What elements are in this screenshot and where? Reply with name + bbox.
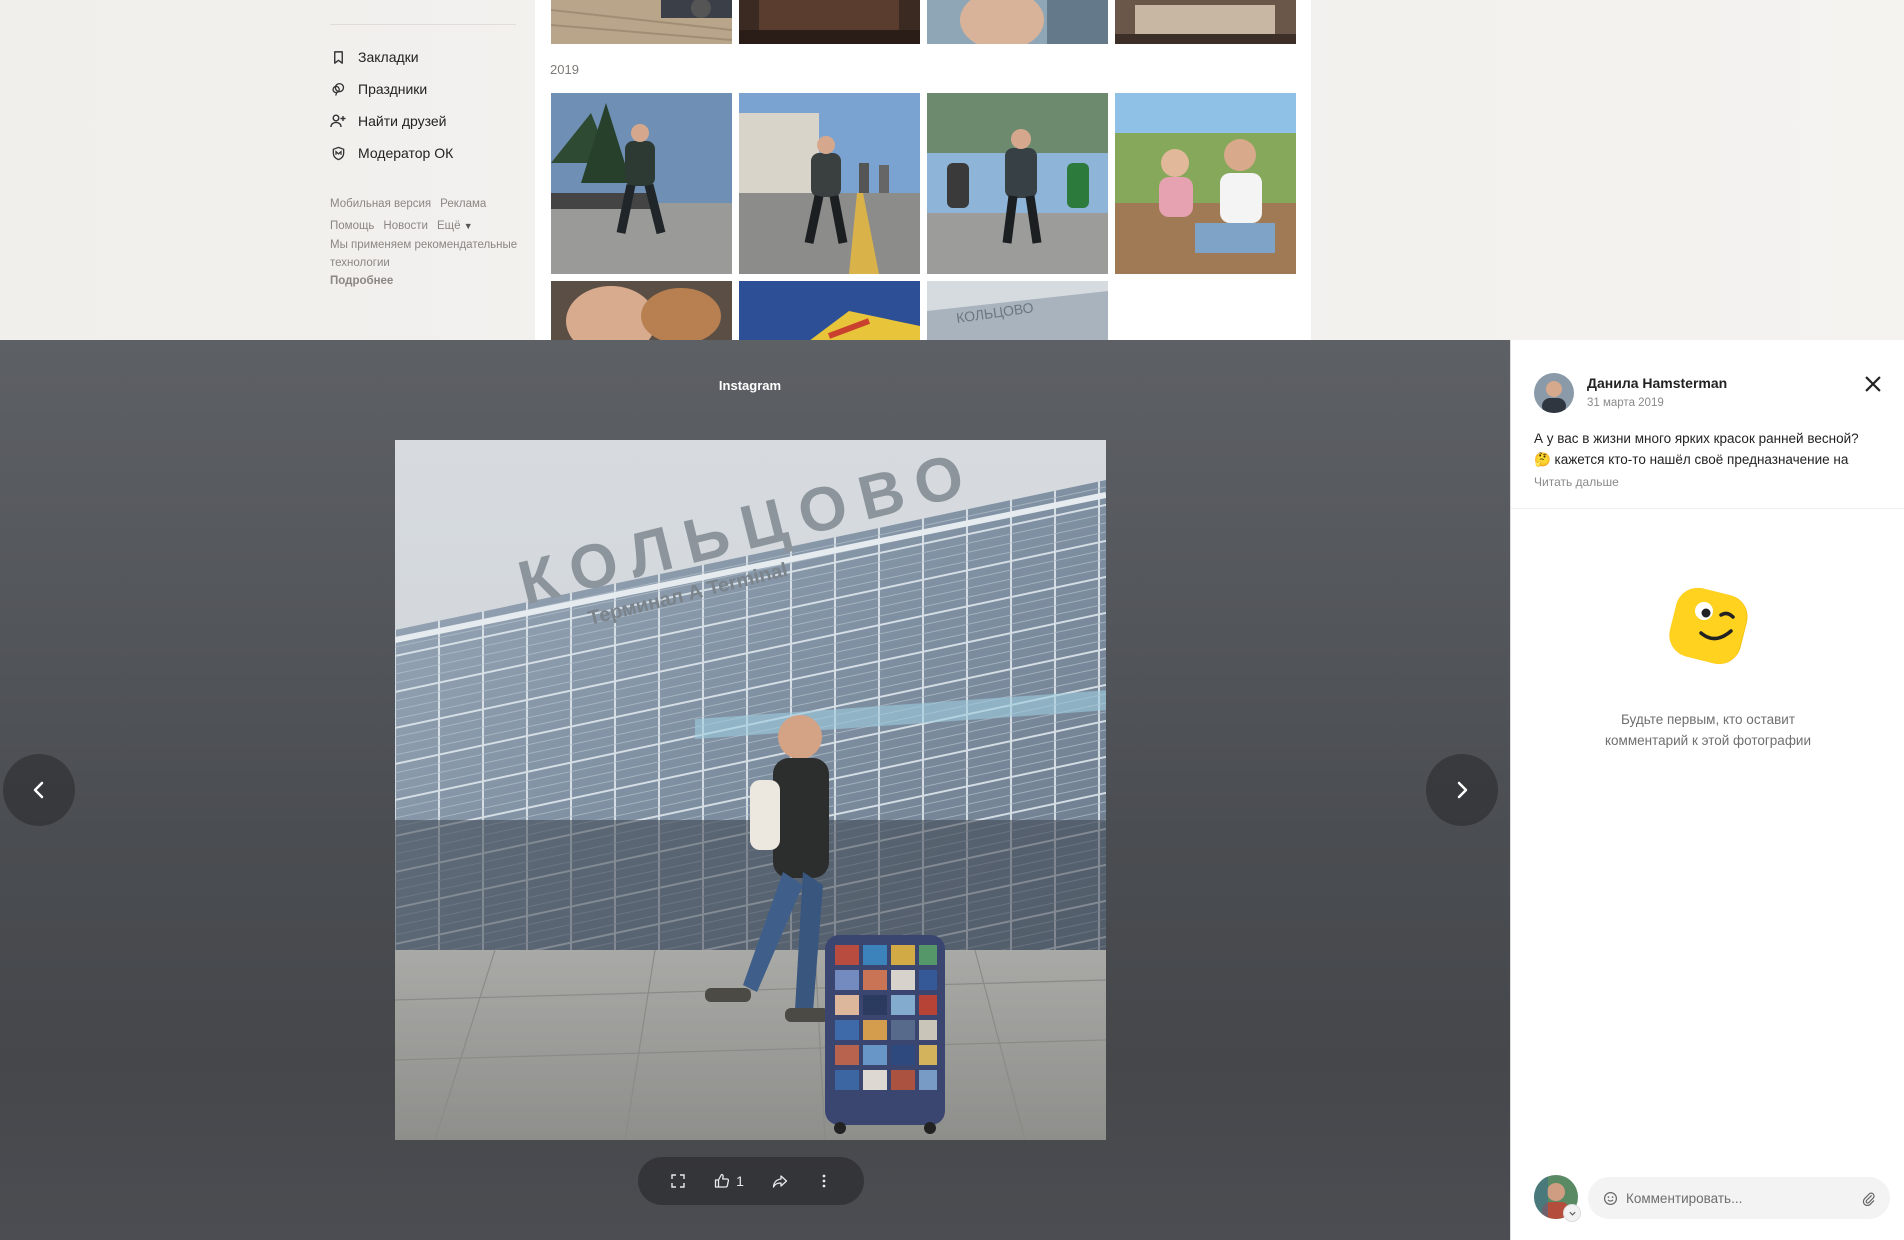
album-photo[interactable] [739, 0, 920, 44]
recommendation-note-text: Мы применяем рекомендательные технологии [330, 239, 518, 269]
winking-smiley-icon [1659, 575, 1759, 675]
album-photo[interactable] [551, 0, 732, 44]
more-link[interactable]: Ещё ▼ [437, 215, 473, 237]
no-comments-message: Будьте первым, кто оставит комментарий к… [1511, 709, 1904, 751]
nav-item-holidays[interactable]: Праздники [330, 79, 427, 99]
footer-links: Мобильная версия Реклама Помощь Новости … [330, 193, 520, 237]
album-photo[interactable] [1115, 93, 1296, 274]
thumbs-up-icon [714, 1173, 730, 1188]
fullscreen-button[interactable] [670, 1165, 686, 1197]
comment-input[interactable] [1626, 1190, 1852, 1206]
more-link-label: Ещё [436, 220, 461, 232]
post-text-line: А у вас в жизни много ярких красок ранне… [1534, 431, 1859, 446]
album-photo[interactable] [551, 281, 732, 341]
album-photo[interactable]: КОЛЬЦОВО [927, 281, 1108, 341]
no-comments-line: комментарий к этой фотографии [1604, 733, 1812, 748]
album-photo[interactable] [927, 0, 1108, 44]
nav-item-label: Найти друзей [358, 113, 447, 129]
nav-item-moderator[interactable]: Модератор ОК [330, 143, 453, 163]
ads-link[interactable]: Реклама [440, 193, 486, 215]
profile-page-background: Закладки Праздники Найти друзей Модерато… [0, 0, 1904, 341]
main-photo[interactable]: КОЛЬЦОВО Терминал А Terminal [395, 440, 1106, 1140]
close-viewer-button[interactable] [1859, 370, 1887, 398]
previous-photo-button[interactable] [3, 754, 75, 826]
album-photo[interactable] [739, 281, 920, 341]
album-title: Instagram [718, 378, 782, 393]
more-options-button[interactable] [816, 1165, 832, 1197]
nav-item-label: Модератор ОК [358, 145, 454, 161]
like-count: 1 [736, 1173, 744, 1189]
paperclip-icon[interactable] [1860, 1190, 1876, 1206]
post-date: 31 марта 2019 [1587, 397, 1664, 409]
fullscreen-icon [671, 1174, 685, 1188]
photo-viewer: Instagram КОЛЬЦОВО Терминал А Terminal 1 [0, 340, 1510, 1240]
mobile-version-link[interactable]: Мобильная версия [330, 193, 431, 215]
switch-author-button[interactable] [1563, 1204, 1581, 1222]
album-year-label: 2019 [550, 62, 579, 77]
vertical-dots-icon [822, 1174, 826, 1188]
read-more-link[interactable]: Читать дальше [1534, 475, 1619, 489]
nav-item-find-friends[interactable]: Найти друзей [330, 111, 447, 131]
album-photo[interactable] [927, 93, 1108, 274]
emoji-icon[interactable] [1602, 1190, 1618, 1206]
share-button[interactable] [772, 1165, 788, 1197]
photo-toolbar: 1 [638, 1157, 864, 1205]
chevron-down-icon [1568, 1211, 1576, 1216]
nav-divider [330, 24, 516, 25]
next-photo-button[interactable] [1426, 754, 1498, 826]
post-description: А у вас в жизни много ярких красок ранне… [1534, 428, 1894, 470]
news-link[interactable]: Новости [383, 215, 428, 237]
author-name[interactable]: Данила Hamsterman [1587, 375, 1727, 391]
add-friend-icon [330, 113, 346, 129]
album-photo[interactable] [1115, 0, 1296, 44]
album-photo[interactable] [551, 93, 732, 274]
album-photo[interactable] [739, 93, 920, 274]
like-button[interactable]: 1 [714, 1165, 744, 1197]
help-link[interactable]: Помощь [330, 215, 374, 237]
recommendation-note: Мы применяем рекомендательные технологии… [330, 236, 520, 290]
nav-item-label: Закладки [358, 49, 419, 65]
chevron-right-icon [1457, 781, 1468, 799]
nav-item-bookmarks[interactable]: Закладки [330, 47, 419, 67]
nav-item-label: Праздники [358, 81, 428, 97]
moderator-shield-icon [330, 145, 346, 161]
comment-input-container [1588, 1177, 1890, 1219]
post-text-line: 🤔 кажется кто-то нашёл своё предназначен… [1534, 452, 1849, 467]
panel-divider [1511, 508, 1904, 509]
author-avatar[interactable] [1534, 373, 1574, 413]
photo-side-panel: Данила Hamsterman 31 марта 2019 А у вас … [1510, 340, 1904, 1240]
share-arrow-icon [772, 1175, 788, 1188]
balloons-icon [330, 81, 346, 97]
caret-down-icon: ▼ [463, 221, 473, 231]
no-comments-line: Будьте первым, кто оставит [1620, 712, 1796, 727]
details-link[interactable]: Подробнее [330, 275, 393, 287]
chevron-left-icon [33, 781, 44, 799]
bookmark-icon [330, 49, 346, 65]
close-icon [1865, 376, 1881, 392]
